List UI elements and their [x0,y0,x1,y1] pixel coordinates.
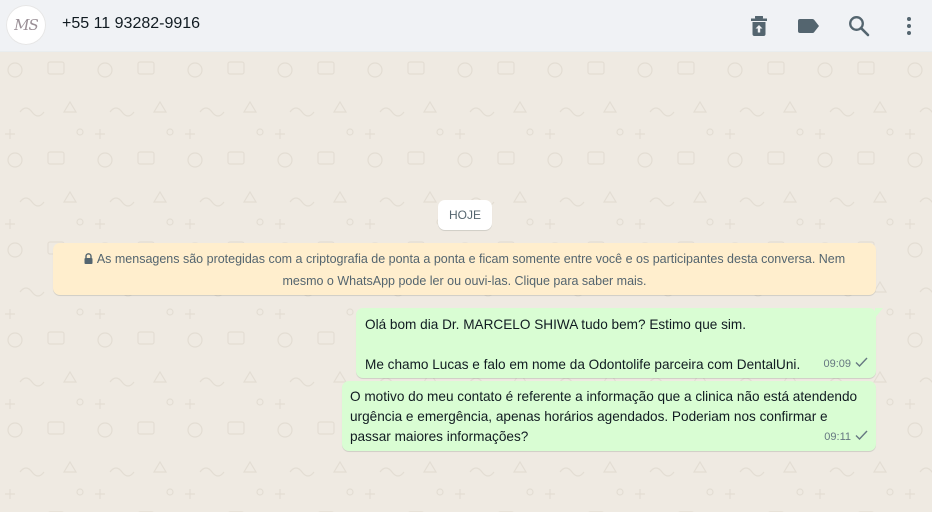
check-icon [855,427,868,447]
menu-icon[interactable] [895,12,923,40]
outgoing-message[interactable]: O motivo do meu contato é referente a in… [342,381,876,451]
lock-icon [84,250,93,271]
date-chip: HOJE [438,200,492,230]
message-text: O motivo do meu contato é referente a in… [350,389,861,444]
outgoing-message[interactable]: Olá bom dia Dr. MARCELO SHIWA tudo bem? … [356,308,883,378]
contact-avatar[interactable]: MS [6,5,46,45]
check-icon [855,354,868,374]
contact-name[interactable]: +55 11 93282-9916 [62,15,200,33]
chat-header: MS +55 11 93282-9916 [0,0,932,52]
encryption-notice[interactable]: As mensagens são protegidas com a cripto… [53,243,876,295]
message-meta: 09:11 [824,427,868,447]
search-icon[interactable] [845,12,873,40]
label-icon[interactable] [795,12,823,40]
encryption-notice-text: As mensagens são protegidas com a cripto… [96,252,846,288]
bubble-tail [875,308,883,318]
message-meta: 09:09 [823,354,868,374]
message-text: Olá bom dia Dr. MARCELO SHIWA tudo bem? … [365,317,801,372]
message-time: 09:09 [823,358,851,370]
message-time: 09:11 [824,431,851,443]
delete-icon[interactable] [745,12,773,40]
